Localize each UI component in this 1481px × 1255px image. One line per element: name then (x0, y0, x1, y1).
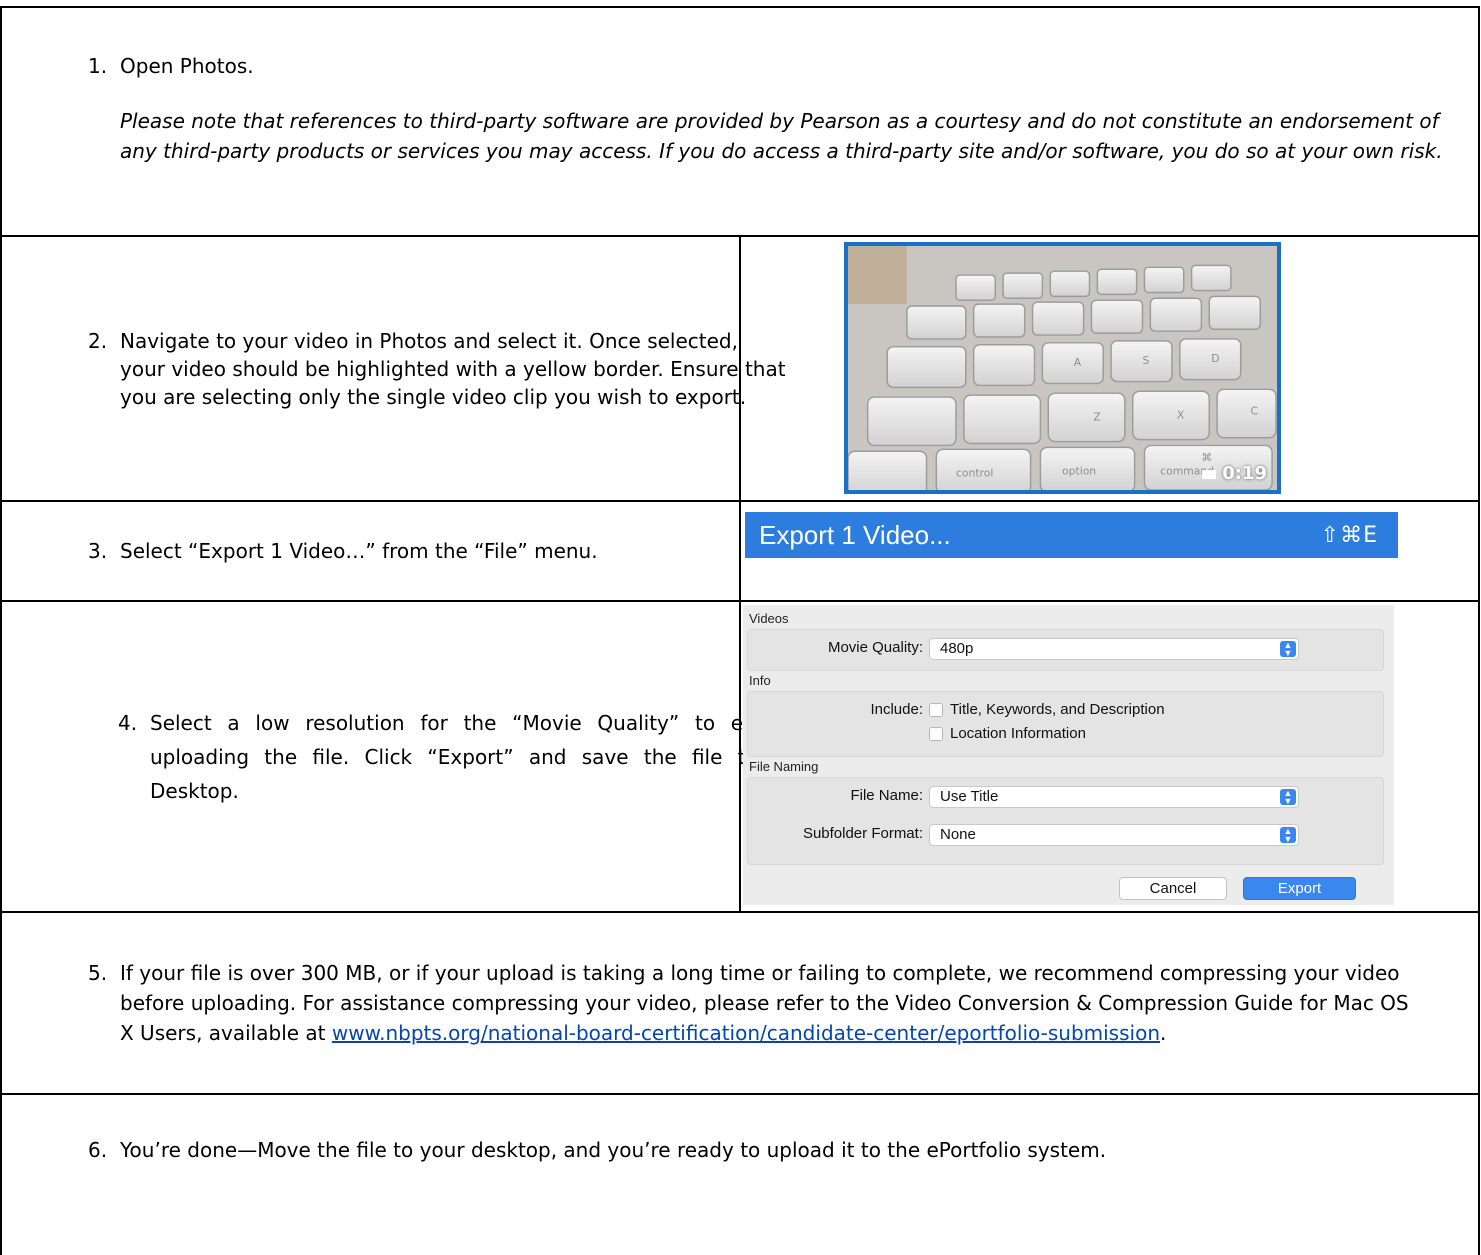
step-2-cell: 2. Navigate to your video in Photos and … (0, 235, 786, 502)
key-label: C (1250, 405, 1258, 418)
chevron-updown-icon: ▲ ▼ (1280, 827, 1296, 844)
key-label: ⌘ (1201, 451, 1212, 464)
step-text: Select “Export 1 Video…” from the “File”… (120, 539, 598, 563)
chevron-updown-icon: ▲ ▼ (1280, 789, 1296, 806)
title-keywords-checkbox[interactable] (929, 702, 943, 717)
file-naming-section-label: File Naming (749, 759, 819, 774)
step-text: Open Photos. (120, 53, 254, 78)
video-thumbnail[interactable]: Z X C A S D control option command ⌘ 0:1… (844, 242, 1281, 494)
step-text: Select a low resolution for the “Movie Q… (150, 710, 818, 803)
dialog-cell: Videos Movie Quality: 480p ▲ ▼ Info Inclu… (739, 600, 1480, 913)
key-label: option (1062, 465, 1096, 478)
subfolder-format-select[interactable]: None ▲ ▼ (929, 824, 1299, 846)
export-menu-item[interactable]: Export 1 Video... ⇧⌘E (745, 512, 1398, 558)
key-label: D (1211, 352, 1219, 365)
step-1: 1. Open Photos. (88, 52, 1478, 80)
video-camera-icon (1202, 469, 1217, 479)
step-6-cell: 6. You’re done—Move the file to your des… (0, 1093, 1480, 1255)
chevron-updown-icon: ▲ ▼ (1280, 641, 1296, 658)
step-4-cell: 4. Select a low resolution for the “Movi… (0, 600, 818, 913)
step-number: 2. (88, 328, 108, 353)
step-text: If your file is over 300 MB, or if your … (120, 958, 1418, 1048)
step-text-part: . (1160, 1021, 1167, 1045)
subfolder-format-label: Subfolder Format: (802, 825, 923, 842)
eportfolio-submission-link[interactable]: www.nbpts.org/national-board-certificati… (332, 1021, 1160, 1045)
key-label: X (1177, 408, 1185, 421)
step-6: 6. You’re done—Move the file to your des… (88, 1136, 1478, 1164)
step-number: 5. (88, 961, 108, 985)
include-label: Include: (870, 701, 923, 718)
checkbox-label: Title, Keywords, and Description (950, 701, 1165, 718)
info-section-label: Info (749, 673, 771, 688)
location-info-checkbox[interactable] (929, 726, 943, 741)
step-text: You’re done—Move the file to your deskto… (120, 1138, 1107, 1162)
disclaimer-note: Please note that references to third-par… (120, 108, 1443, 163)
duration-text: 0:19 (1222, 463, 1267, 484)
file-name-value: Use Title (940, 788, 999, 805)
step-3: 3. Select “Export 1 Video…” from the “Fi… (88, 537, 739, 565)
include-title-checkbox-row[interactable]: Title, Keywords, and Description (929, 701, 1165, 718)
menu-shortcut: ⇧⌘E (1320, 522, 1378, 548)
key-label: A (1074, 356, 1082, 369)
thumbnail-cell: Z X C A S D control option command ⌘ 0:1… (739, 235, 1480, 502)
step-number: 3. (88, 539, 108, 563)
menu-cell: Export 1 Video... ⇧⌘E (739, 500, 1480, 602)
step-number: 1. (88, 53, 108, 78)
key-label: S (1143, 354, 1150, 367)
movie-quality-select[interactable]: 480p ▲ ▼ (929, 638, 1299, 660)
step-3-cell: 3. Select “Export 1 Video…” from the “Fi… (0, 500, 741, 602)
subfolder-format-value: None (940, 826, 976, 843)
file-name-label: File Name: (850, 787, 923, 804)
key-label: Z (1093, 410, 1100, 423)
movie-quality-label: Movie Quality: (827, 639, 923, 656)
export-button[interactable]: Export (1243, 877, 1356, 900)
menu-item-label: Export 1 Video... (759, 519, 951, 550)
export-dialog: Videos Movie Quality: 480p ▲ ▼ Info Inclu… (743, 605, 1394, 905)
movie-quality-value: 480p (940, 640, 974, 657)
cancel-button[interactable]: Cancel (1119, 877, 1227, 900)
step-1-cell: 1. Open Photos. Please note that referen… (0, 6, 1480, 237)
checkbox-label: Location Information (950, 725, 1086, 742)
file-name-select[interactable]: Use Title ▲ ▼ (929, 786, 1299, 808)
key-label: control (956, 467, 993, 480)
step-number: 6. (88, 1138, 108, 1162)
keyboard-image: Z X C A S D control option command ⌘ (848, 246, 1277, 490)
video-duration: 0:19 (1202, 463, 1267, 484)
step-5-cell: 5. If your file is over 300 MB, or if yo… (0, 911, 1480, 1095)
include-location-checkbox-row[interactable]: Location Information (929, 725, 1086, 742)
videos-section-label: Videos (749, 611, 789, 626)
step-5: 5. If your file is over 300 MB, or if yo… (88, 958, 1418, 1048)
instruction-table: 1. Open Photos. Please note that referen… (0, 6, 1480, 1255)
step-number: 4. (118, 710, 138, 735)
step-2: 2. Navigate to your video in Photos and … (88, 327, 788, 411)
step-4: 4. Select a low resolution for the “Movi… (118, 706, 818, 808)
step-text: Navigate to your video in Photos and sel… (120, 328, 786, 409)
